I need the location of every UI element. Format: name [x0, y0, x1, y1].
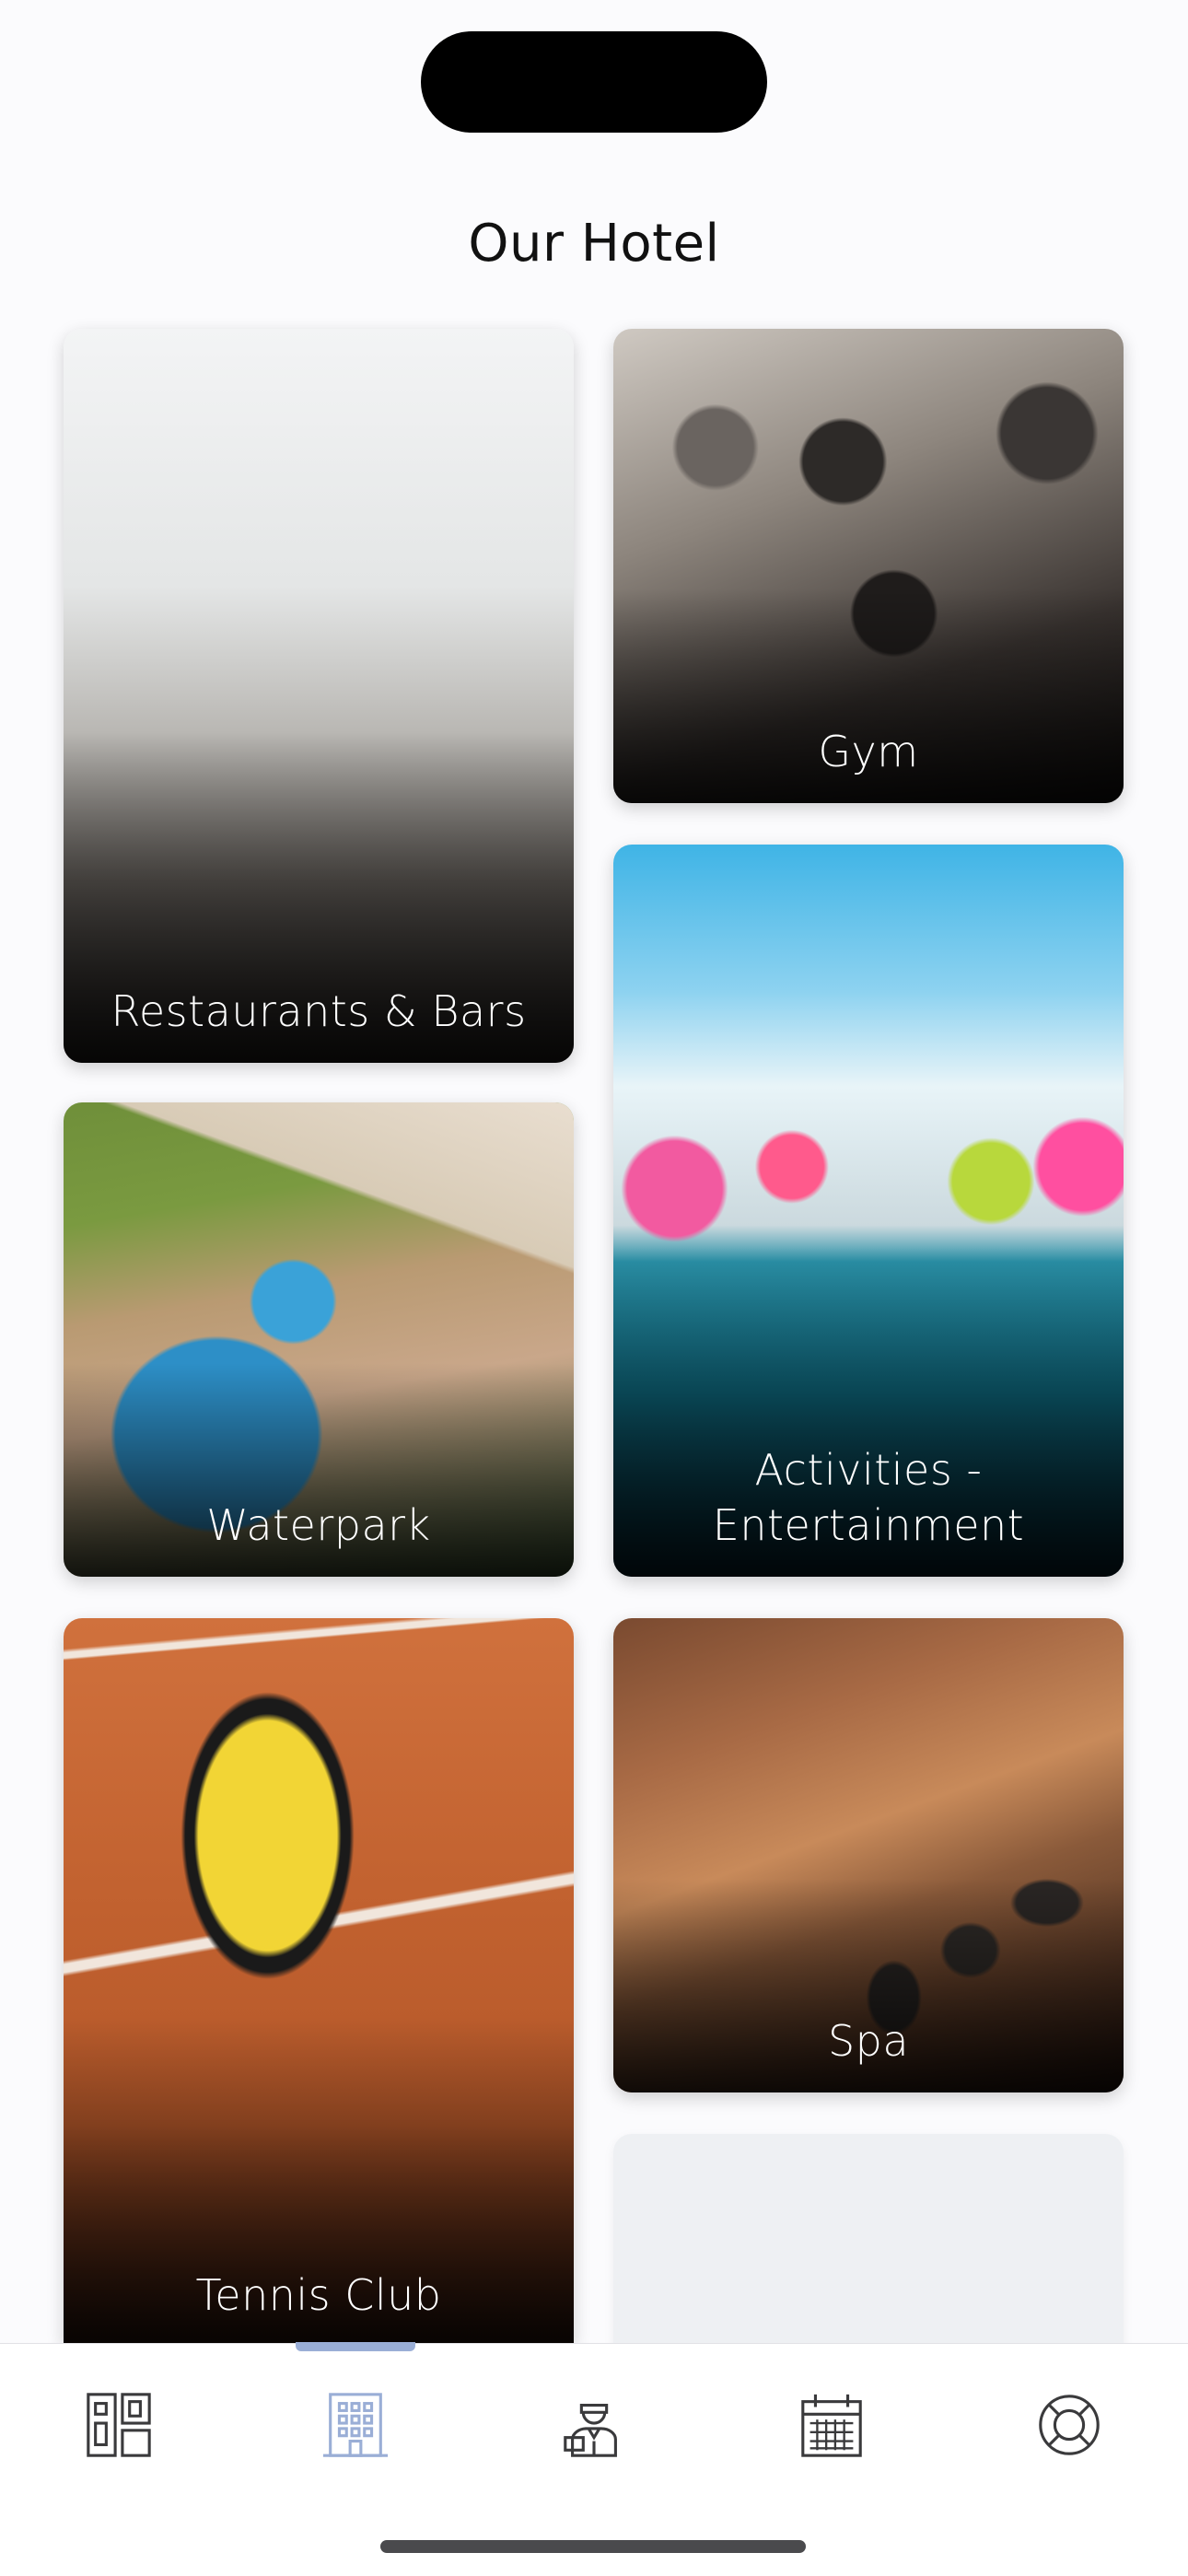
- tile-gym[interactable]: Gym: [613, 329, 1124, 803]
- tile-label: Spa: [827, 2016, 910, 2066]
- tile-label: Waterpark: [206, 1500, 431, 1550]
- dashboard-icon: [87, 2393, 151, 2457]
- tab-help[interactable]: [1014, 2379, 1124, 2471]
- calendar-icon: [801, 2394, 862, 2457]
- tile-label: Tennis Club: [195, 2270, 442, 2320]
- tab-calendar[interactable]: [776, 2379, 887, 2471]
- tile-activities-entertainment[interactable]: Activities - Entertainment: [613, 845, 1124, 1577]
- tile-spa[interactable]: Spa: [613, 1618, 1124, 2092]
- tile-tennis-club[interactable]: Tennis Club: [64, 1618, 574, 2343]
- home-indicator: [380, 2540, 806, 2553]
- tile-label: Restaurants & Bars: [111, 986, 527, 1036]
- tab-concierge[interactable]: [539, 2379, 649, 2471]
- active-tab-indicator: [296, 2342, 415, 2351]
- tile-placeholder: [613, 2134, 1124, 2355]
- concierge-staff-icon: [564, 2403, 617, 2457]
- tab-dashboard[interactable]: [64, 2379, 174, 2471]
- dynamic-island: [421, 31, 767, 133]
- lifebuoy-help-icon: [1039, 2395, 1100, 2455]
- page-title: Our Hotel: [468, 214, 720, 274]
- tile-label: Activities - Entertainment: [712, 1445, 1025, 1550]
- tile-restaurants-bars[interactable]: Restaurants & Bars: [64, 329, 574, 1063]
- tile-label: Gym: [818, 727, 919, 776]
- tile-waterpark[interactable]: Waterpark: [64, 1102, 574, 1577]
- tab-hotel[interactable]: [300, 2379, 411, 2471]
- hotel-building-icon: [322, 2393, 389, 2457]
